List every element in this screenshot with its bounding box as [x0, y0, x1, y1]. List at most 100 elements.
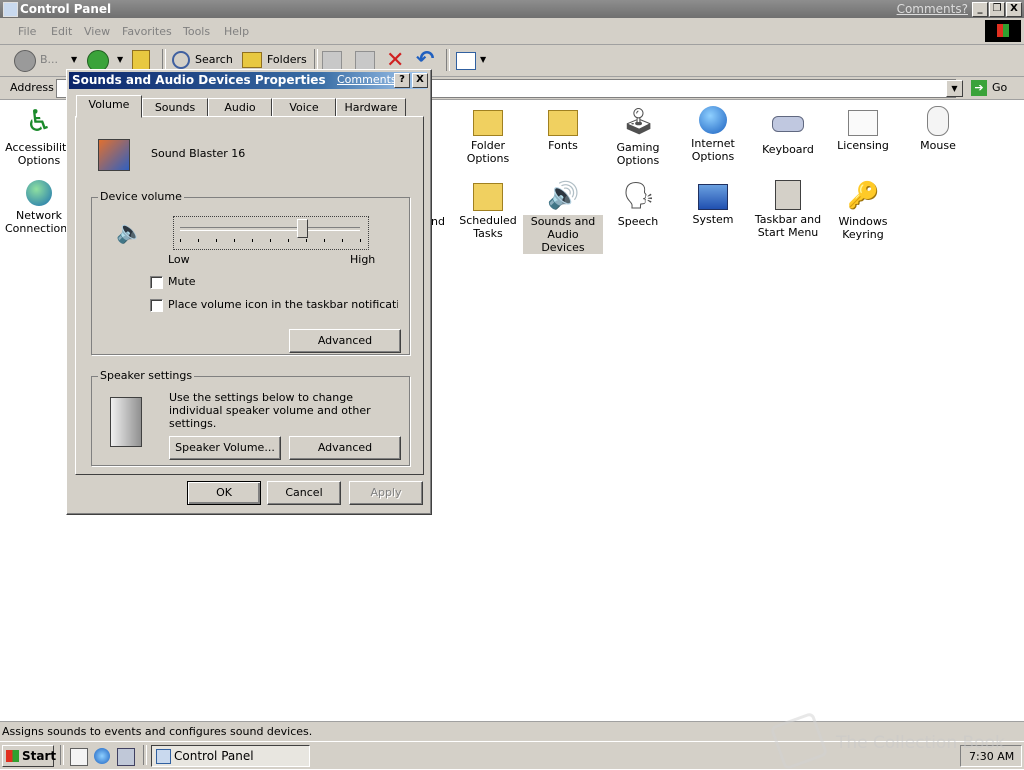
speaker-settings-group: Speaker settings Use the settings below …	[91, 369, 410, 466]
back-arrow-icon[interactable]	[14, 50, 36, 72]
cp-item-gaming-options[interactable]: 🕹 Gaming Options	[598, 106, 678, 167]
volume-high-label: High	[350, 253, 376, 266]
volume-slider-thumb[interactable]	[297, 219, 309, 238]
keyring-icon: 🔑	[847, 181, 880, 211]
minimize-button[interactable]: _	[972, 2, 988, 17]
move-to-icon[interactable]	[322, 51, 342, 71]
sounds-audio-properties-dialog: Sounds and Audio Devices Properties Comm…	[66, 69, 432, 515]
start-button[interactable]: Start	[2, 745, 56, 767]
cp-item-keyboard[interactable]: Keyboard	[748, 106, 828, 156]
cp-item-speech[interactable]: 🗣 Speech	[598, 180, 678, 228]
apply-button[interactable]: Apply	[349, 481, 423, 505]
window-title-bar[interactable]: Control Panel Comments? _ ❐ X	[0, 0, 1024, 18]
system-icon	[698, 184, 728, 210]
slider-tick	[342, 239, 343, 242]
views-icon[interactable]	[456, 52, 476, 70]
dialog-title: Sounds and Audio Devices Properties	[72, 73, 326, 87]
dialog-title-bar[interactable]: Sounds and Audio Devices Properties Comm…	[69, 72, 428, 89]
copy-to-icon[interactable]	[355, 51, 375, 71]
cp-item-taskbar-start-menu[interactable]: Taskbar and Start Menu	[748, 180, 828, 239]
slider-tick	[180, 239, 181, 242]
folders-icon[interactable]	[242, 52, 262, 68]
views-dropdown-icon[interactable]: ▼	[480, 55, 486, 64]
dialog-close-button[interactable]: X	[412, 73, 428, 88]
taskbar-separator	[143, 745, 147, 765]
slider-tick	[270, 239, 271, 242]
up-folder-icon[interactable]	[132, 50, 150, 70]
volume-tab-panel: Sound Blaster 16 Device volume 🔈 Low Hig…	[75, 116, 424, 475]
taskbar-item-control-panel[interactable]: Control Panel	[151, 745, 310, 767]
menu-help[interactable]: Help	[224, 25, 249, 38]
forward-dropdown-icon[interactable]: ▼	[117, 55, 123, 64]
toolbar-separator	[162, 49, 166, 71]
device-name: Sound Blaster 16	[151, 147, 246, 160]
cp-item-sounds-audio-devices[interactable]: 🔊 Sounds and Audio Devices	[523, 180, 603, 254]
watermark-text: The Collection Book	[836, 733, 1005, 753]
tab-hardware[interactable]: Hardware	[336, 98, 406, 117]
slider-tick	[252, 239, 253, 242]
slider-tick	[198, 239, 199, 242]
search-button-label[interactable]: Search	[195, 53, 233, 66]
menu-file[interactable]: File	[18, 25, 36, 38]
control-panel-task-icon	[156, 749, 171, 764]
mute-checkbox[interactable]	[150, 276, 163, 289]
menu-bar: File Edit View Favorites Tools Help	[0, 18, 1024, 45]
volume-low-label: Low	[168, 253, 190, 266]
toolbar-separator	[314, 49, 318, 71]
sound-card-icon	[98, 139, 130, 171]
device-volume-advanced-button[interactable]: Advanced	[289, 329, 401, 353]
tab-sounds[interactable]: Sounds	[142, 98, 208, 117]
speaker-volume-button[interactable]: Speaker Volume...	[169, 436, 281, 460]
control-panel-app-icon	[3, 2, 18, 17]
menu-edit[interactable]: Edit	[51, 25, 72, 38]
mute-label[interactable]: Mute	[168, 275, 196, 288]
tray-icon-label[interactable]: Place volume icon in the taskbar notific…	[168, 298, 398, 311]
globe-icon	[699, 106, 727, 134]
address-label: Address	[10, 81, 54, 94]
windows-flag-icon	[6, 750, 19, 762]
folders-button-label[interactable]: Folders	[267, 53, 307, 66]
cp-item-mouse[interactable]: Mouse	[898, 106, 978, 152]
ok-button[interactable]: OK	[187, 481, 261, 505]
speech-icon: 🗣	[622, 181, 656, 211]
close-button[interactable]: X	[1006, 2, 1022, 17]
tab-audio[interactable]: Audio	[208, 98, 272, 117]
cp-item-fonts[interactable]: Fonts	[523, 106, 603, 152]
internet-explorer-icon[interactable]	[94, 748, 110, 764]
volume-slider[interactable]	[173, 216, 369, 250]
back-dropdown-icon[interactable]: ▼	[71, 55, 77, 64]
cancel-button[interactable]: Cancel	[267, 481, 341, 505]
tab-voice[interactable]: Voice	[272, 98, 336, 117]
cp-item-windows-keyring[interactable]: 🔑 Windows Keyring	[823, 180, 903, 241]
search-icon[interactable]	[172, 51, 190, 69]
address-dropdown-icon[interactable]: ▼	[946, 80, 963, 97]
windows-explorer-icon[interactable]	[117, 748, 135, 766]
device-volume-group: Device volume 🔈 Low High Mute Place volu…	[91, 190, 410, 355]
menu-favorites[interactable]: Favorites	[122, 25, 172, 38]
fonts-icon	[548, 110, 578, 136]
dialog-comments-link[interactable]: Comments?	[337, 73, 402, 86]
joystick-icon: 🕹	[622, 107, 656, 137]
comments-link[interactable]: Comments?	[897, 2, 968, 16]
volume-speaker-icon: 🔈	[116, 220, 144, 245]
show-desktop-icon[interactable]	[70, 748, 88, 766]
restore-button[interactable]: ❐	[989, 2, 1005, 17]
back-button-label[interactable]: B...	[40, 53, 58, 66]
folder-options-icon	[473, 110, 503, 136]
go-arrow-icon[interactable]: ➔	[971, 80, 987, 96]
certificate-icon	[848, 110, 878, 136]
cp-item-system[interactable]: System	[673, 180, 753, 226]
cp-item-folder-options[interactable]: Folder Options	[448, 106, 528, 165]
cp-item-licensing[interactable]: Licensing	[823, 106, 903, 152]
menu-tools[interactable]: Tools	[183, 25, 210, 38]
cp-item-internet-options[interactable]: Internet Options	[673, 106, 753, 163]
speaker-advanced-button[interactable]: Advanced	[289, 436, 401, 460]
go-button-label[interactable]: Go	[992, 81, 1007, 94]
tab-volume[interactable]: Volume	[76, 95, 142, 118]
menu-view[interactable]: View	[84, 25, 110, 38]
help-button[interactable]: ?	[394, 73, 410, 88]
network-icon	[26, 180, 52, 206]
cp-item-scheduled-tasks[interactable]: Scheduled Tasks	[448, 180, 528, 240]
tray-icon-checkbox[interactable]	[150, 299, 163, 312]
speaker-cabinet-icon	[110, 397, 142, 447]
